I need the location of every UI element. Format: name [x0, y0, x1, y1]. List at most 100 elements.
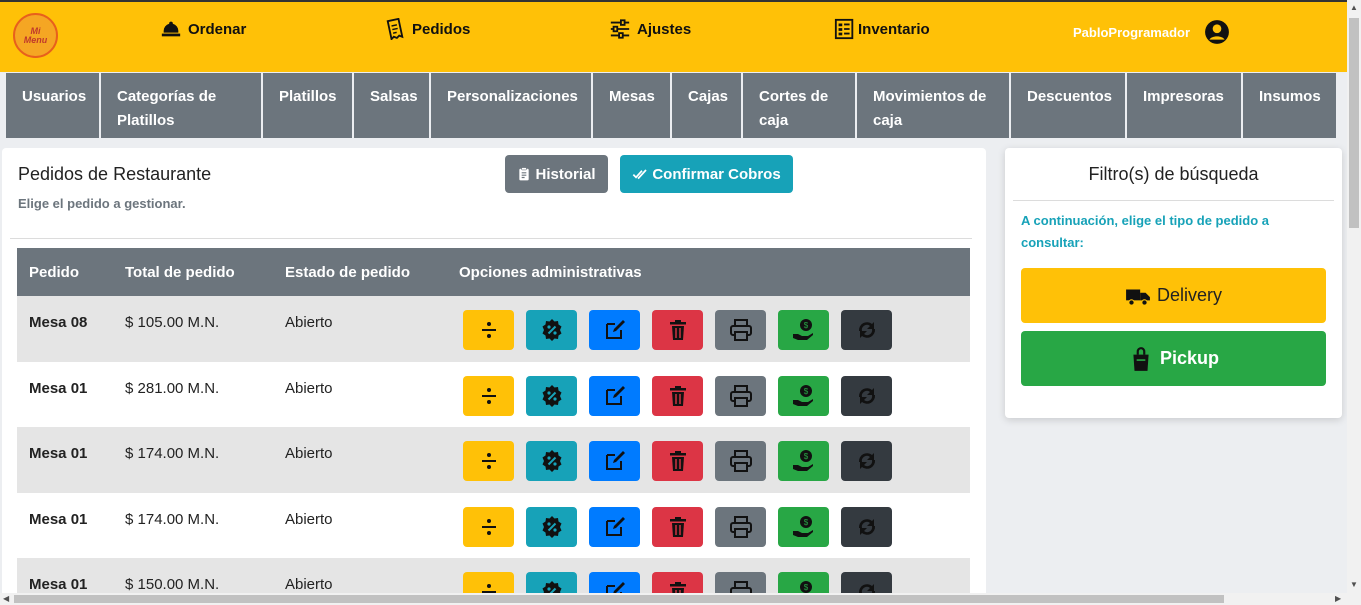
print-icon [729, 450, 752, 472]
discount-button[interactable] [526, 310, 577, 350]
tab-descuentos[interactable]: Descuentos [1011, 73, 1125, 138]
tab-cajas[interactable]: Cajas [672, 73, 741, 138]
table-body: Mesa 08 $ 105.00 M.N. Abierto $ Mesa 01 $ 281… [17, 296, 970, 605]
nav-inventario-label: Inventario [858, 20, 930, 38]
pay-button[interactable]: $ [778, 441, 829, 481]
transfer-icon [858, 322, 875, 338]
tab-cortes-caja[interactable]: Cortes de caja [743, 73, 855, 138]
edit-button[interactable] [589, 441, 640, 481]
transfer-button[interactable] [841, 506, 892, 547]
nav-inventario[interactable]: Inventario [834, 18, 930, 40]
divider [1013, 200, 1334, 201]
divide-icon [481, 518, 496, 535]
clipboard-icon [519, 167, 530, 181]
edit-icon [605, 451, 625, 470]
print-button[interactable] [715, 441, 766, 481]
delivery-button[interactable]: Delivery [1021, 268, 1326, 323]
discount-button[interactable] [526, 441, 577, 481]
divide-button[interactable] [463, 506, 514, 547]
trash-button[interactable] [652, 310, 703, 350]
pickup-button[interactable]: Pickup [1021, 331, 1326, 386]
filter-card: Filtro(s) de búsqueda A continuación, el… [1005, 148, 1342, 418]
divide-button[interactable] [463, 310, 514, 350]
trash-button[interactable] [652, 441, 703, 481]
inventory-icon [834, 18, 854, 40]
table-row: Mesa 01 $ 174.00 M.N. Abierto $ [17, 427, 970, 493]
top-navbar: Mi Menu Ordenar Pedidos Ajustes Inventari… [0, 0, 1347, 72]
edit-icon [605, 385, 625, 405]
divider [10, 238, 972, 239]
divide-icon [481, 453, 496, 469]
orders-card: Pedidos de Restaurante Elige el pedido a… [2, 148, 986, 605]
divide-button[interactable] [463, 375, 514, 416]
order-status: Abierto [285, 314, 333, 331]
delivery-truck-icon [1126, 289, 1150, 306]
divide-button[interactable] [463, 441, 514, 481]
trash-icon [669, 451, 686, 471]
scroll-left-icon[interactable]: ◀ [3, 594, 9, 603]
page-subtitle: Elige el pedido a gestionar. [18, 196, 186, 211]
trash-icon [669, 385, 686, 406]
pay-button[interactable]: $ [778, 375, 829, 416]
nav-ordenar-label: Ordenar [188, 20, 247, 38]
discount-icon [542, 319, 561, 341]
delivery-label: Delivery [1156, 285, 1222, 305]
table-row: Mesa 08 $ 105.00 M.N. Abierto $ [17, 296, 970, 362]
confirmar-label: Confirmar Cobros [652, 165, 781, 183]
user-circle-icon [1205, 20, 1229, 44]
scroll-thumb[interactable] [1349, 18, 1359, 228]
print-icon [729, 384, 752, 407]
horizontal-scrollbar[interactable]: ◀ ▶ [0, 593, 1347, 605]
edit-icon [605, 516, 625, 536]
nav-pedidos[interactable]: Pedidos [384, 18, 470, 40]
pay-button[interactable]: $ [778, 506, 829, 547]
tab-mesas[interactable]: Mesas [593, 73, 670, 138]
scroll-right-icon[interactable]: ▶ [1335, 594, 1341, 603]
trash-icon [669, 516, 686, 537]
transfer-button[interactable] [841, 441, 892, 481]
takeaway-bag-icon [1133, 346, 1149, 371]
edit-button[interactable] [589, 375, 640, 416]
pay-button[interactable]: $ [778, 310, 829, 350]
tab-movimientos-caja[interactable]: Movimientos de caja [857, 73, 1009, 138]
print-button[interactable] [715, 506, 766, 547]
order-status: Abierto [285, 379, 333, 397]
scroll-up-icon[interactable]: ▲ [1350, 3, 1358, 12]
tab-salsas[interactable]: Salsas [354, 73, 429, 138]
transfer-button[interactable] [841, 310, 892, 350]
tab-personalizaciones[interactable]: Personalizaciones [431, 73, 591, 138]
order-name: Mesa 01 [29, 510, 88, 528]
print-button[interactable] [715, 375, 766, 416]
trash-icon [669, 320, 686, 340]
vertical-scrollbar[interactable]: ▲ ▼ [1347, 0, 1361, 605]
tab-insumos[interactable]: Insumos [1243, 73, 1336, 138]
trash-button[interactable] [652, 375, 703, 416]
print-button[interactable] [715, 310, 766, 350]
pickup-label: Pickup [1159, 348, 1220, 368]
brand-logo[interactable]: Mi Menu [13, 13, 58, 58]
edit-button[interactable] [589, 310, 640, 350]
nav-ajustes[interactable]: Ajustes [609, 18, 691, 40]
filter-instructions: A continuación, elige el tipo de pedido … [1021, 213, 1269, 250]
row-actions: $ [463, 506, 892, 547]
scroll-down-icon[interactable]: ▼ [1350, 580, 1358, 589]
table-header: Pedido Total de pedido Estado de pedido … [17, 248, 970, 296]
pay-icon: $ [792, 384, 813, 406]
order-status: Abierto [285, 576, 333, 593]
scroll-thumb[interactable] [14, 595, 1224, 603]
tab-categorias[interactable]: Categorías de Platillos [101, 73, 261, 138]
discount-button[interactable] [526, 375, 577, 416]
tab-usuarios[interactable]: Usuarios [6, 73, 99, 138]
edit-button[interactable] [589, 506, 640, 547]
trash-button[interactable] [652, 506, 703, 547]
discount-button[interactable] [526, 506, 577, 547]
user-menu[interactable]: PabloProgramador [1073, 19, 1230, 45]
transfer-button[interactable] [841, 375, 892, 416]
confirmar-cobros-button[interactable]: Confirmar Cobros [620, 155, 793, 193]
nav-ordenar[interactable]: Ordenar [160, 18, 246, 40]
historial-button[interactable]: Historial [505, 155, 608, 193]
tab-impresoras[interactable]: Impresoras [1127, 73, 1241, 138]
pay-icon: $ [792, 319, 813, 340]
tab-platillos[interactable]: Platillos [263, 73, 352, 138]
bell-icon [161, 21, 181, 37]
